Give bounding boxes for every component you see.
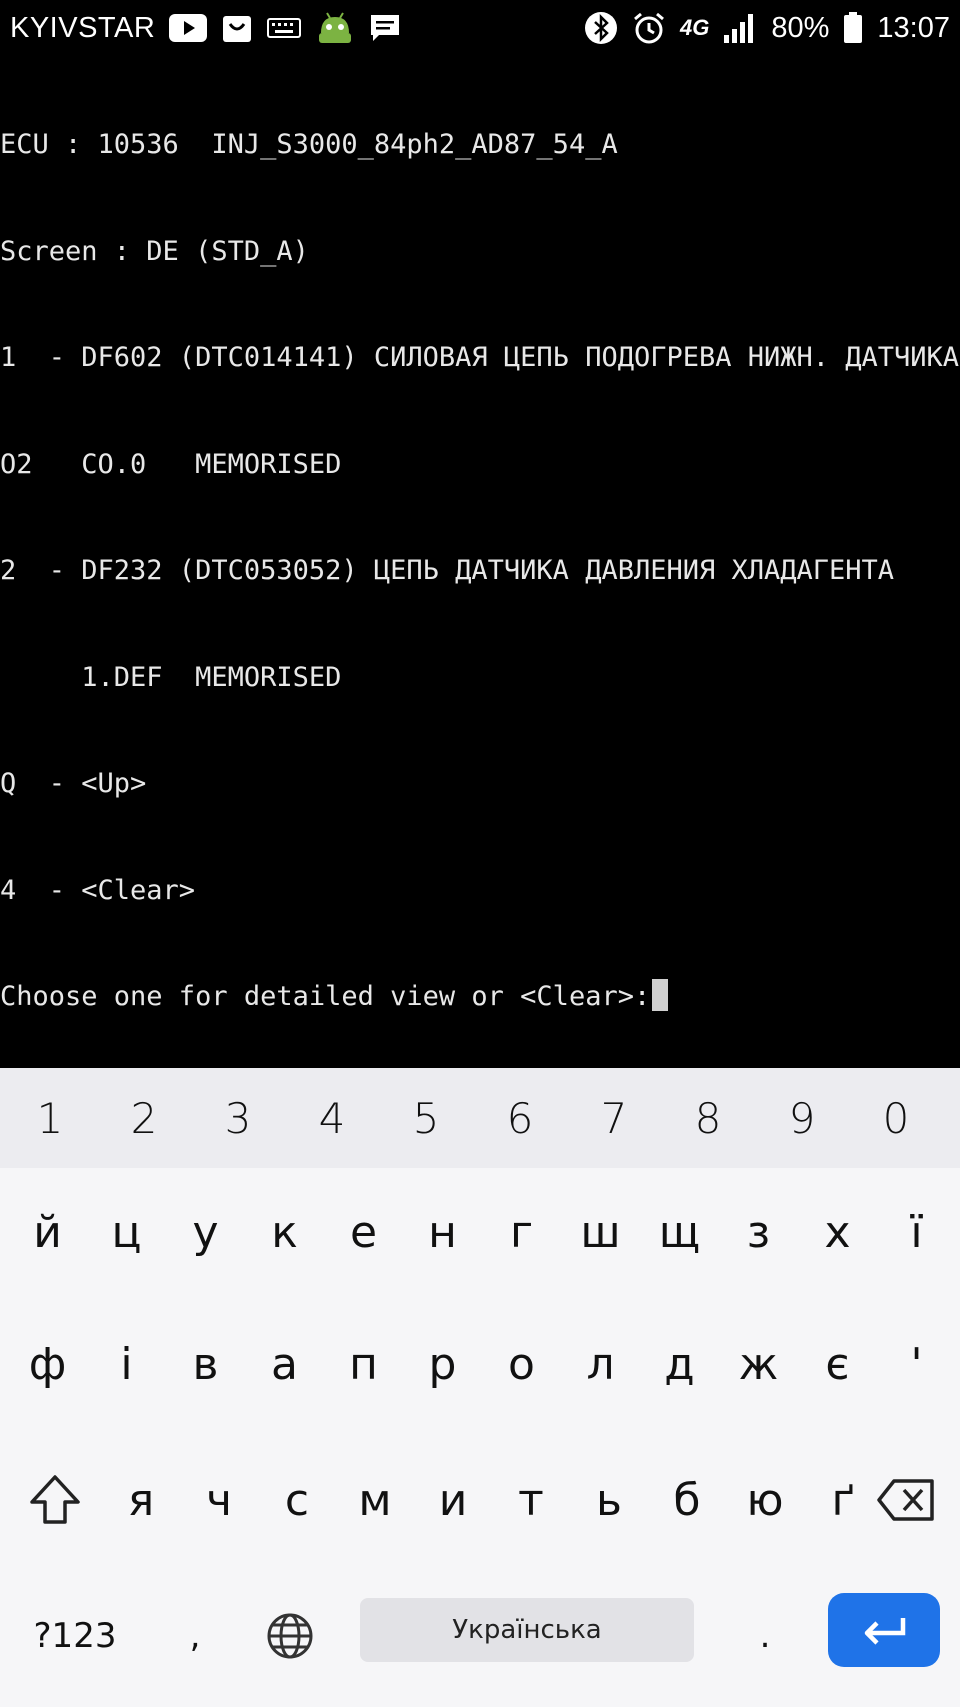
- signal-icon: [723, 13, 757, 43]
- key-row2-9[interactable]: ж: [719, 1296, 798, 1432]
- period-key[interactable]: .: [720, 1568, 810, 1704]
- key-row1-8[interactable]: щ: [640, 1168, 719, 1296]
- enter-key[interactable]: [828, 1593, 940, 1667]
- status-left: KYIVSTAR: [10, 11, 401, 45]
- clear-option-line: 4 - <Clear>: [0, 874, 196, 906]
- key-row2-1[interactable]: і: [87, 1296, 166, 1432]
- key-row3-6[interactable]: ь: [570, 1432, 648, 1568]
- android-robot-icon: [315, 11, 355, 45]
- symbols-key[interactable]: ?123: [20, 1568, 130, 1704]
- shift-key[interactable]: [10, 1432, 100, 1568]
- status-bar: KYIVSTAR 4G 80% 13:07: [0, 0, 960, 56]
- fault-2-line: 2 - DF232 (DTC053052) ЦЕПЬ ДАТЧИКА ДАВЛЕ…: [0, 555, 895, 586]
- prompt-text: Choose one for detailed view or <Clear>:: [0, 981, 651, 1012]
- key-row2-7[interactable]: л: [561, 1296, 640, 1432]
- network-type: 4G: [680, 15, 710, 40]
- key-row1-10[interactable]: х: [798, 1168, 877, 1296]
- key-row2-8[interactable]: д: [640, 1296, 719, 1432]
- key-6[interactable]: 6: [473, 1068, 567, 1168]
- shift-icon: [30, 1475, 80, 1524]
- fault-2-status-line: 1.DEF MEMORISED: [0, 661, 342, 693]
- key-row1-7[interactable]: ш: [561, 1168, 640, 1296]
- battery-percent: 80%: [771, 11, 830, 44]
- key-3[interactable]: 3: [191, 1068, 285, 1168]
- key-row1-3[interactable]: к: [245, 1168, 324, 1296]
- ecu-line: ECU : 10536 INJ_S3000_84ph2_AD87_54_A: [0, 129, 618, 160]
- key-row2-11[interactable]: ': [877, 1296, 956, 1432]
- space-bar[interactable]: Українська: [360, 1598, 694, 1662]
- key-row3-7[interactable]: б: [648, 1432, 726, 1568]
- globe-icon: [267, 1613, 313, 1659]
- bluetooth-icon: [584, 11, 618, 45]
- key-4[interactable]: 4: [285, 1068, 379, 1168]
- shopping-bag-icon: [221, 12, 253, 44]
- network-4g-icon: 4G: [680, 17, 709, 39]
- youtube-icon: [169, 14, 208, 42]
- key-5[interactable]: 5: [379, 1068, 473, 1168]
- language-key[interactable]: [250, 1568, 330, 1704]
- enter-icon: [864, 1618, 906, 1645]
- screen-line: Screen : DE (STD_A): [0, 235, 309, 267]
- carrier-name: KYIVSTAR: [10, 11, 156, 44]
- backspace-icon: [877, 1479, 934, 1521]
- up-option-line: Q - <Up>: [0, 768, 147, 799]
- terminal-output[interactable]: ECU : 10536 INJ_S3000_84ph2_AD87_54_A Sc…: [0, 56, 960, 1068]
- status-right: 4G 80% 13:07: [584, 11, 950, 45]
- key-row1-2[interactable]: у: [166, 1168, 245, 1296]
- key-row2-6[interactable]: о: [482, 1296, 561, 1432]
- key-row1-5[interactable]: н: [403, 1168, 482, 1296]
- soft-keyboard: 1 2 3 4 5 6 7 8 9 0 й ц у к е н г ш щ з х ї ф і в а п р о л д ж є ' я ч с м и т…: [0, 1068, 960, 1707]
- message-icon: [369, 13, 401, 43]
- key-row1-0[interactable]: й: [8, 1168, 87, 1296]
- alarm-icon: [632, 11, 666, 45]
- key-9[interactable]: 9: [755, 1068, 849, 1168]
- key-row1-1[interactable]: ц: [87, 1168, 166, 1296]
- key-7[interactable]: 7: [567, 1068, 661, 1168]
- key-row2-0[interactable]: ф: [8, 1296, 87, 1432]
- comma-key[interactable]: ,: [150, 1568, 240, 1704]
- key-row3-5[interactable]: т: [492, 1432, 570, 1568]
- key-row3-2[interactable]: с: [258, 1432, 336, 1568]
- prompt-line: Choose one for detailed view or <Clear>:: [0, 979, 960, 1015]
- key-row1-9[interactable]: з: [719, 1168, 798, 1296]
- key-row3-1[interactable]: ч: [180, 1432, 258, 1568]
- key-row1-6[interactable]: г: [482, 1168, 561, 1296]
- key-row3-3[interactable]: м: [336, 1432, 414, 1568]
- key-row2-2[interactable]: в: [166, 1296, 245, 1432]
- key-row1-11[interactable]: ї: [877, 1168, 956, 1296]
- battery-icon: [843, 12, 863, 44]
- key-row3-4[interactable]: и: [414, 1432, 492, 1568]
- key-row1-4[interactable]: е: [324, 1168, 403, 1296]
- fault-1-line: 1 - DF602 (DTC014141) СИЛОВАЯ ЦЕПЬ ПОДОГ…: [0, 342, 960, 373]
- key-row2-10[interactable]: є: [798, 1296, 877, 1432]
- key-row2-3[interactable]: а: [245, 1296, 324, 1432]
- clock: 13:07: [877, 11, 950, 44]
- text-cursor: [652, 979, 669, 1011]
- key-row2-4[interactable]: п: [324, 1296, 403, 1432]
- key-0[interactable]: 0: [849, 1068, 943, 1168]
- key-8[interactable]: 8: [661, 1068, 755, 1168]
- key-2[interactable]: 2: [97, 1068, 191, 1168]
- key-row2-5[interactable]: р: [403, 1296, 482, 1432]
- backspace-key[interactable]: [862, 1432, 950, 1568]
- key-1[interactable]: 1: [3, 1068, 97, 1168]
- key-row3-0[interactable]: я: [102, 1432, 180, 1568]
- fault-1-status-line: O2 CO.0 MEMORISED: [0, 448, 342, 480]
- key-row3-8[interactable]: ю: [726, 1432, 804, 1568]
- keyboard-icon: [267, 16, 302, 40]
